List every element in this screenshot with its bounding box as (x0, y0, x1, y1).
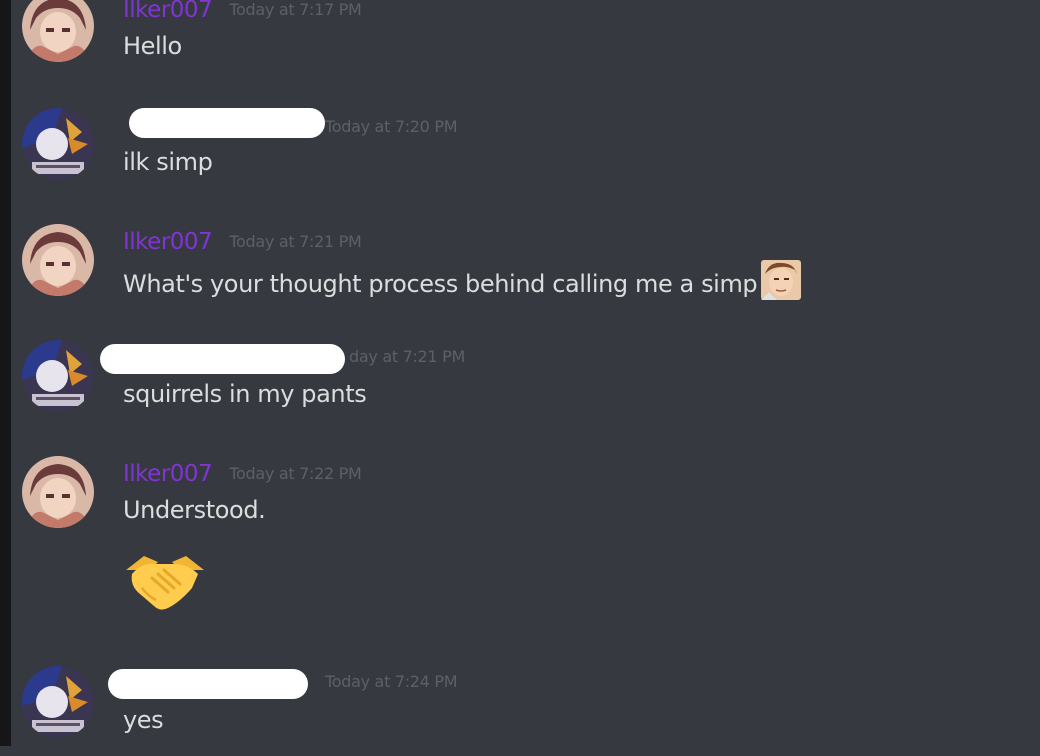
message-text: Hello (123, 32, 182, 60)
message-3: Ilker007 Today at 7:21 PM What's your th… (22, 224, 1022, 324)
avatar-ilker[interactable] (22, 224, 94, 296)
message-header: Ilker007 Today at 7:22 PM (123, 460, 362, 488)
window-left-edge (0, 0, 11, 746)
message-5: Ilker007 Today at 7:22 PM Understood. (22, 456, 1022, 626)
redaction-scribble (129, 108, 325, 138)
author-name[interactable]: Ilker007 (123, 460, 213, 488)
message-text: Understood. (123, 496, 266, 524)
message-4: day at 7:21 PM squirrels in my pants (22, 340, 1022, 440)
message-1: Ilker007 Today at 7:17 PM Hello (22, 0, 1022, 78)
message-text: What's your thought process behind calli… (123, 270, 758, 298)
redaction-scribble (100, 344, 345, 374)
avatar-other-user[interactable] (22, 666, 94, 738)
timestamp: Today at 7:22 PM (229, 464, 362, 483)
message-text: squirrels in my pants (123, 380, 367, 408)
timestamp: Today at 7:24 PM (325, 672, 458, 691)
message-2: Today at 7:20 PM ilk simp (22, 108, 1022, 208)
timestamp: Today at 7:20 PM (325, 117, 458, 136)
timestamp: Today at 7:21 PM (229, 232, 362, 251)
message-header: Ilker007 Today at 7:17 PM (123, 0, 362, 24)
timestamp: Today at 7:17 PM (229, 0, 362, 19)
avatar-ilker[interactable] (22, 456, 94, 528)
message-header: Ilker007 Today at 7:21 PM (123, 228, 362, 256)
message-text: yes (123, 706, 164, 734)
avatar-ilker[interactable] (22, 0, 94, 62)
redaction-scribble (108, 669, 308, 699)
face-emoji-icon (761, 260, 802, 300)
avatar-other-user[interactable] (22, 340, 94, 412)
avatar-other-user[interactable] (22, 108, 94, 180)
author-name[interactable]: Ilker007 (123, 0, 213, 24)
message-text-row: What's your thought process behind calli… (123, 260, 802, 300)
author-name[interactable]: Ilker007 (123, 228, 213, 256)
message-6: Today at 7:24 PM yes (22, 666, 1022, 756)
message-text: ilk simp (123, 148, 213, 176)
handshake-emoji-icon (122, 548, 208, 614)
timestamp: day at 7:21 PM (349, 347, 465, 366)
